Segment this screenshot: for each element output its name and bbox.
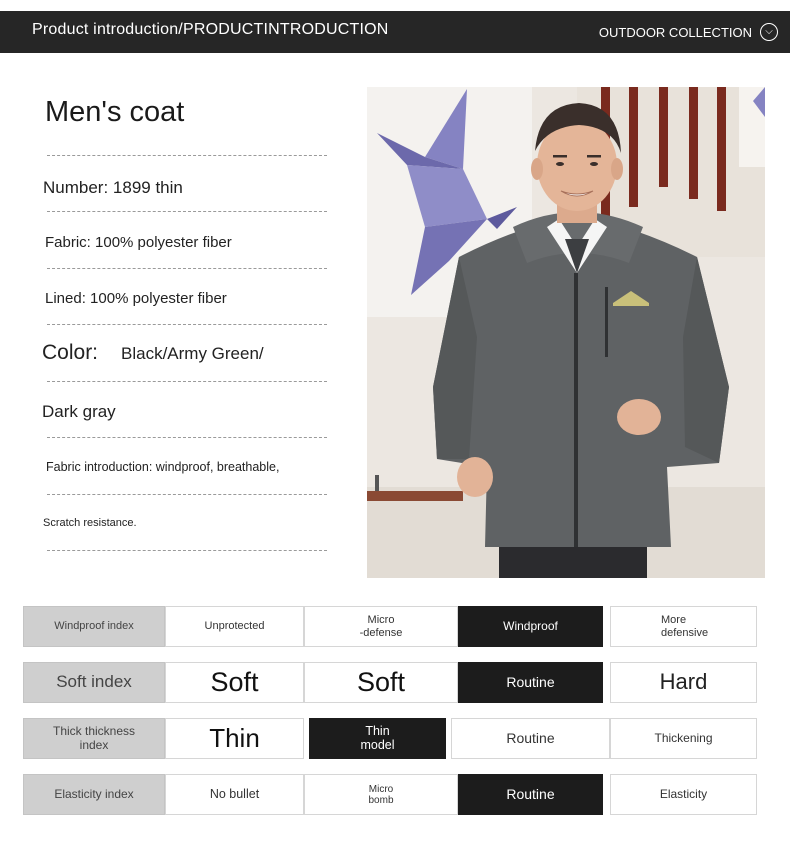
option-routine: Routine [451, 718, 610, 759]
option-hard: Hard [610, 662, 757, 703]
option-thin-model-selected: Thin model [309, 718, 446, 759]
spec-color-label: Color: [42, 341, 99, 364]
option-elasticity: Elasticity [610, 774, 757, 815]
windproof-index-row: Windproof index Unprotected Micro -defen… [23, 606, 757, 647]
spec-fabric-intro: Fabric introduction: windproof, breathab… [46, 460, 280, 474]
thickness-index-row: Thick thickness index Thin Thin model Ro… [23, 718, 757, 759]
divider [47, 268, 327, 269]
option-micro-bomb: Micro bomb [304, 774, 458, 815]
option-routine-selected: Routine [458, 774, 603, 815]
option-no-bullet: No bullet [165, 774, 304, 815]
spec-lined: Lined: 100% polyester fiber [45, 290, 227, 307]
divider [47, 155, 327, 156]
divider [47, 324, 327, 325]
row-label: Windproof index [23, 606, 165, 647]
header-title: Product introduction/PRODUCTINTRODUCTION [32, 21, 389, 38]
elasticity-index-row: Elasticity index No bullet Micro bomb Ro… [23, 774, 757, 815]
row-label: Elasticity index [23, 774, 165, 815]
option-micro-defense: Micro -defense [304, 606, 458, 647]
option-soft: Soft [165, 662, 304, 703]
chevron-down-icon: ⌵ [760, 23, 778, 41]
spec-fabric-intro-2: Scratch resistance. [43, 517, 137, 529]
divider [47, 494, 327, 495]
product-title: Men's coat [45, 96, 185, 128]
divider [47, 211, 327, 212]
option-thin: Thin [165, 718, 304, 759]
option-more-defensive: More defensive [610, 606, 757, 647]
spec-color-value: Black/Army Green/ [121, 344, 264, 363]
divider [47, 437, 327, 438]
divider [47, 550, 327, 551]
product-photo [367, 87, 765, 578]
row-label: Soft index [23, 662, 165, 703]
spec-number: Number: 1899 thin [43, 178, 183, 197]
option-soft: Soft [304, 662, 458, 703]
soft-index-row: Soft index Soft Soft Routine Hard [23, 662, 757, 703]
option-routine-selected: Routine [458, 662, 603, 703]
spec-fabric: Fabric: 100% polyester fiber [45, 234, 232, 251]
divider [47, 381, 327, 382]
option-unprotected: Unprotected [165, 606, 304, 647]
option-windproof-selected: Windproof [458, 606, 603, 647]
outdoor-collection-link[interactable]: OUTDOOR COLLECTION ⌵ [599, 23, 778, 41]
spec-color-value-2: Dark gray [42, 402, 116, 421]
row-label: Thick thickness index [23, 718, 165, 759]
outdoor-collection-label: OUTDOOR COLLECTION [598, 24, 752, 40]
header-bar: Product introduction/PRODUCTINTRODUCTION… [0, 11, 790, 53]
option-thickening: Thickening [610, 718, 757, 759]
